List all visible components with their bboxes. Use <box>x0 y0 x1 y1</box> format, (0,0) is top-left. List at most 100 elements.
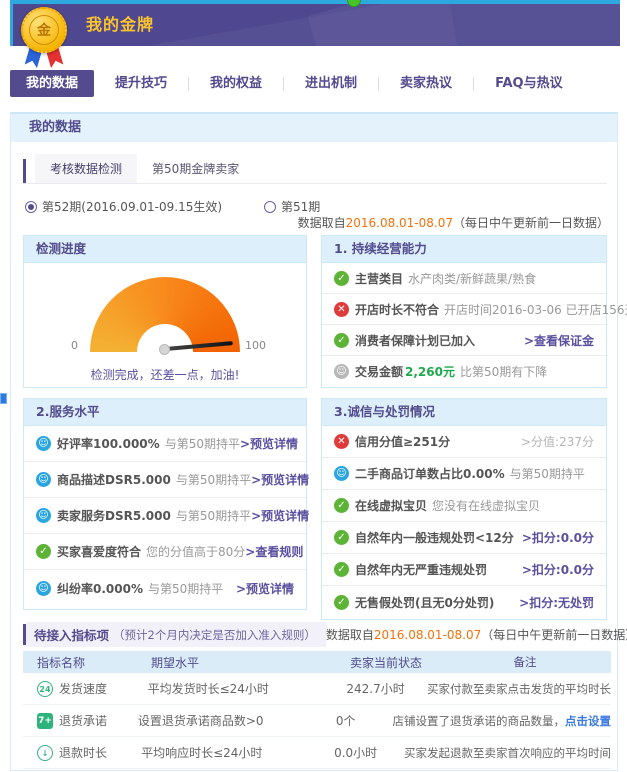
tab-seller-discussion[interactable]: 卖家热议 <box>379 77 474 91</box>
radio-period51[interactable] <box>264 201 276 213</box>
check-icon: ✓ <box>334 562 349 577</box>
remark: 买家付款至卖家点击发货的平均时长 <box>427 681 611 697</box>
row-buyer-favor: ✓ 买家喜爱度符合 您的分值高于80分 >查看规则 <box>24 534 306 570</box>
metric-desc: 与第50期持平 <box>176 507 251 524</box>
metric-desc: 与第50期持平 <box>165 435 240 452</box>
metric-label: 好评率100.000% <box>57 435 160 452</box>
pending-subtitle: （预计2个月内决定是否加入准入规则） <box>113 627 316 643</box>
data-source-prefix: 数据取自 <box>326 628 374 642</box>
gauge-arc <box>90 277 240 352</box>
preview-detail-link[interactable]: >预览详情 <box>236 580 294 597</box>
panel3-title: 3.诚信与处罚情况 <box>322 399 606 426</box>
current-status: 0个 <box>299 712 393 729</box>
banner: 我的金牌 <box>10 4 620 46</box>
radio-period52-label: 第52期(2016.09.01-09.15生效) <box>42 198 222 215</box>
data-source-note: 数据取自2016.08.01-08.07（每日中午更新前一日数据） <box>298 214 609 231</box>
panel1-title: 1. 持续经营能力 <box>322 236 606 263</box>
pending-metrics-table: 指标名称 期望水平 卖家当前状态 备注 24 发货速度 平均发货时长≤24小时 … <box>23 651 611 769</box>
metric-label: 在线虚拟宝贝 <box>355 497 427 514</box>
row-serious-violation: ✓ 自然年内无严重违规处罚 >扣分:0.0分 <box>322 554 606 586</box>
tab-faq[interactable]: FAQ与热议 <box>474 77 584 91</box>
smile-icon: ☺ <box>36 436 51 451</box>
subtab-period50-seller[interactable]: 第50期金牌卖家 <box>137 154 254 183</box>
page-title: 我的金牌 <box>86 4 154 46</box>
remark-text: 店铺设置了退货承诺的商品数量， <box>393 714 566 728</box>
cross-icon: ✕ <box>334 302 349 317</box>
top-frame-strip <box>10 0 620 4</box>
row-dispute-rate: ☺ 纠纷率0.000% 与第50期持平 >预览详情 <box>24 570 306 606</box>
deduction-link[interactable]: >扣分:0.0分 <box>522 529 594 546</box>
metric-label: 信用分值≥251分 <box>355 433 450 450</box>
nav-tabs: 我的数据 提升技巧 我的权益 进出机制 卖家热议 FAQ与热议 <box>10 70 620 97</box>
preview-detail-link[interactable]: >预览详情 <box>251 507 309 524</box>
smile-icon: ☺ <box>36 581 51 596</box>
row-positive-rate: ☺ 好评率100.000% 与第50期持平 >预览详情 <box>24 426 306 462</box>
gold-medal-icon: 金 <box>20 7 72 69</box>
data-source-date: 2016.08.01-08.07 <box>346 216 453 230</box>
refund-duration-icon: ↓ <box>37 745 53 761</box>
subtab-assessment-check[interactable]: 考核数据检测 <box>35 154 137 183</box>
row-seller-service-dsr: ☺ 卖家服务DSR5.000 与第50期持平 >预览详情 <box>24 498 306 534</box>
radio-period52[interactable] <box>25 201 37 213</box>
table-row: 24 发货速度 平均发货时长≤24小时 242.7小时 买家付款至卖家点击发货的… <box>23 673 611 705</box>
panel2-title: 2.服务水平 <box>24 399 306 426</box>
metric-label: 纠纷率0.000% <box>57 580 143 597</box>
tab-my-benefits[interactable]: 我的权益 <box>189 77 284 91</box>
smile-icon: ☺ <box>334 466 349 481</box>
metric-label: 商品描述DSR5.000 <box>57 471 171 488</box>
tab-my-data[interactable]: 我的数据 <box>10 70 94 97</box>
side-handle[interactable] <box>0 393 7 404</box>
deduction-link[interactable]: >扣分:0.0分 <box>522 561 594 578</box>
tab-entry-exit[interactable]: 进出机制 <box>284 77 379 91</box>
col-remark: 备注 <box>439 654 611 670</box>
check-icon: ✓ <box>334 530 349 545</box>
gauge-caption: 检测完成，还差一点，加油! <box>24 366 306 383</box>
score-value: >分值:237分 <box>521 433 594 450</box>
metric-desc: 与第50期持平 <box>176 471 251 488</box>
metric-label: 买家喜爱度符合 <box>57 543 141 560</box>
row-consumer-protection: ✓ 消费者保障计划已加入 >查看保证金 <box>322 325 606 356</box>
panel-service-level: 2.服务水平 ☺ 好评率100.000% 与第50期持平 >预览详情 ☺ 商品描… <box>23 398 307 610</box>
data-source-note: 数据取自2016.08.01-08.07（每日中午更新前一日数据） <box>326 626 627 643</box>
panel-integrity-penalty: 3.诚信与处罚情况 ✕ 信用分值≥251分 >分值:237分 ☺ 二手商品订单数… <box>321 398 607 620</box>
radio-period51-label: 第51期 <box>281 198 320 215</box>
click-setup-link[interactable]: 点击设置 <box>565 714 611 728</box>
col-metric-name: 指标名称 <box>23 654 151 671</box>
data-source-prefix: 数据取自 <box>298 216 346 230</box>
gauge-max-label: 100 <box>245 339 266 352</box>
metric-label: 卖家服务DSR5.000 <box>57 507 171 524</box>
current-status: 0.0小时 <box>307 744 404 761</box>
remark: 店铺设置了退货承诺的商品数量，点击设置 <box>393 713 612 729</box>
gauge-hub <box>159 344 170 355</box>
metric-value: 2,260元 <box>405 363 455 380</box>
expected-level: 平均发货时长≤24小时 <box>148 680 325 697</box>
shipping-speed-icon: 24 <box>37 681 53 697</box>
return-promise-icon: 7+ <box>37 713 53 729</box>
check-icon: ✓ <box>334 333 349 348</box>
gauge-min-label: 0 <box>71 339 78 352</box>
metric-label: 消费者保障计划已加入 <box>355 332 475 349</box>
metric-label: 自然年内无严重违规处罚 <box>355 561 487 578</box>
check-icon: ✓ <box>36 544 51 559</box>
col-current-status: 卖家当前状态 <box>333 654 439 671</box>
table-row: ↓ 退款时长 平均响应时长≤24小时 0.0小时 买家发起退款至卖家首次响应的平… <box>23 737 611 769</box>
row-virtual-items: ✓ 在线虚拟宝贝 您没有在线虚拟宝贝 <box>322 490 606 522</box>
deduction-link[interactable]: >扣分:无处罚 <box>519 594 594 611</box>
smile-icon: ☺ <box>36 508 51 523</box>
view-rules-link[interactable]: >查看规则 <box>245 543 303 560</box>
tab-improve-skills[interactable]: 提升技巧 <box>94 77 189 91</box>
view-deposit-link[interactable]: >查看保证金 <box>524 332 594 349</box>
metric-desc: 与第50期持平 <box>510 465 585 482</box>
gold-medal-dashboard: 我的金牌 金 我的数据 提升技巧 我的权益 进出机制 卖家热议 FAQ与热议 我… <box>0 0 627 772</box>
data-source-suffix: （每日中午更新前一日数据） <box>453 216 609 230</box>
expected-level: 平均响应时长≤24小时 <box>141 744 307 761</box>
remark-text: 买家付款至卖家点击发货的平均时长 <box>427 682 611 696</box>
metric-name: 退款时长 <box>59 744 107 761</box>
row-general-violation: ✓ 自然年内一般违规处罚<12分 >扣分:0.0分 <box>322 522 606 554</box>
check-icon: ✓ <box>334 271 349 286</box>
preview-detail-link[interactable]: >预览详情 <box>240 435 298 452</box>
check-icon: ✓ <box>334 498 349 513</box>
metric-label: 无售假处罚(且无0分处罚) <box>355 594 494 611</box>
preview-detail-link[interactable]: >预览详情 <box>251 471 309 488</box>
row-transaction-amount: ☺ 交易金额 2,260元 比第50期有下降 <box>322 356 606 387</box>
